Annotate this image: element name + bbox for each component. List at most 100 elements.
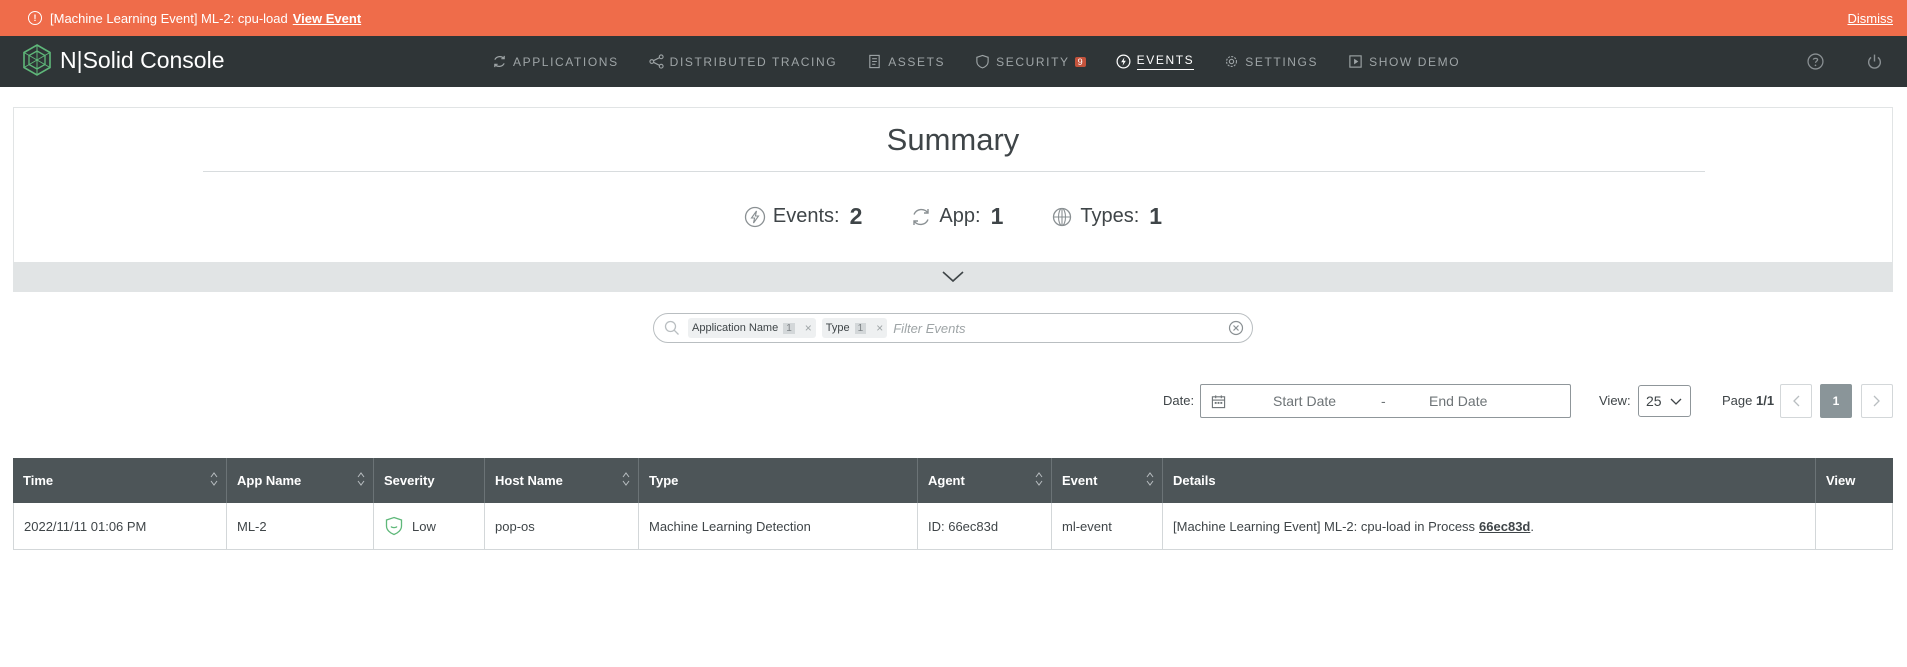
nav-label-security: SECURITY — [996, 54, 1070, 69]
cell-host-name: pop-os — [485, 503, 639, 549]
page-prefix: Page — [1722, 393, 1753, 408]
stat-types: Types: 1 — [1051, 203, 1162, 230]
summary-divider — [203, 171, 1705, 172]
severity-label: Low — [412, 518, 436, 534]
stat-types-label: Types: — [1080, 205, 1140, 227]
page-size-select[interactable]: 25 — [1638, 385, 1691, 417]
date-separator: - — [1381, 393, 1386, 409]
nav-item-distributed-tracing[interactable]: DISTRIBUTED TRACING — [649, 36, 838, 87]
sort-icon — [1035, 472, 1043, 486]
cell-event: ml-event — [1052, 503, 1163, 549]
cell-app-name: ML-2 — [227, 503, 374, 549]
start-date-field[interactable]: Start Date — [1273, 393, 1336, 409]
alert-banner: ! [Machine Learning Event] ML-2: cpu-loa… — [0, 0, 1907, 36]
column-header-agent[interactable]: Agent — [918, 458, 1052, 503]
stat-app-value: 1 — [990, 203, 1004, 229]
summary-title: Summary — [886, 122, 1020, 157]
column-header-host-name[interactable]: Host Name — [485, 458, 639, 503]
column-header-view[interactable]: View — [1816, 458, 1893, 503]
cell-view[interactable] — [1816, 503, 1893, 549]
nav-item-security[interactable]: SECURITY 9 — [975, 36, 1086, 87]
chip-remove-icon[interactable]: × — [805, 321, 812, 335]
cell-type: Machine Learning Detection — [639, 503, 918, 549]
view-label: View: — [1599, 393, 1631, 408]
page-value: 1/1 — [1756, 393, 1775, 408]
column-label: Time — [23, 473, 54, 488]
summary-collapse-toggle[interactable] — [14, 262, 1892, 292]
table-row[interactable]: 2022/11/11 01:06 PM ML-2 Low pop-os Mach… — [13, 503, 1893, 550]
stat-events-label: Events: — [772, 205, 840, 227]
page-size-value: 25 — [1646, 393, 1662, 409]
column-header-severity[interactable]: Severity — [374, 458, 485, 503]
column-label: Agent — [928, 473, 965, 488]
page-button-1[interactable]: 1 — [1820, 384, 1852, 418]
info-icon: ! — [28, 11, 42, 25]
stat-app: App: 1 — [910, 203, 1003, 230]
column-label: Event — [1062, 473, 1098, 488]
filter-chip-application-name: Application Name 1 × — [688, 318, 816, 338]
shield-icon — [976, 54, 989, 69]
document-icon — [869, 54, 880, 69]
dismiss-link[interactable]: Dismiss — [1848, 11, 1894, 26]
sort-icon — [622, 472, 630, 486]
chip-label: Application Name — [692, 322, 779, 334]
top-navbar: N|Solid Console APPLICATIONS DISTRIBUTED… — [0, 36, 1907, 87]
calendar-icon — [1211, 394, 1226, 408]
column-header-event[interactable]: Event — [1052, 458, 1163, 503]
chevron-left-icon — [1793, 395, 1800, 407]
filter-events-input[interactable] — [893, 320, 1228, 336]
date-range-picker[interactable]: Start Date - End Date — [1200, 384, 1571, 418]
nav-item-assets[interactable]: ASSETS — [867, 36, 945, 87]
cell-agent: ID: 66ec83d — [918, 503, 1052, 549]
stat-app-label: App: — [939, 205, 981, 227]
power-icon[interactable] — [1864, 51, 1884, 71]
column-label: View — [1826, 473, 1856, 488]
play-icon — [1349, 55, 1362, 68]
chip-label: Type — [825, 322, 850, 334]
sort-icon — [357, 472, 365, 486]
view-event-link[interactable]: View Event — [293, 11, 361, 26]
sort-icon — [1146, 472, 1154, 486]
chip-remove-icon[interactable]: × — [876, 321, 883, 335]
column-label: App Name — [237, 473, 302, 488]
details-suffix: . — [1530, 518, 1534, 534]
events-table: Time App Name Severity Host Name Type Ag… — [13, 458, 1893, 550]
page-indicator: Page 1/1 — [1722, 393, 1774, 408]
brand[interactable]: N|Solid Console — [22, 44, 225, 76]
next-page-button[interactable] — [1861, 384, 1893, 418]
column-label: Severity — [384, 473, 435, 488]
column-header-type[interactable]: Type — [639, 458, 918, 503]
share-icon — [649, 54, 664, 69]
refresh-icon — [494, 55, 505, 68]
nav-label-settings: SETTINGS — [1245, 54, 1319, 69]
summary-stats: Events: 2 App: 1 Types: 1 — [14, 203, 1892, 230]
nav-item-applications[interactable]: APPLICATIONS — [492, 36, 619, 87]
column-header-app-name[interactable]: App Name — [227, 458, 374, 503]
date-label: Date: — [1163, 393, 1195, 408]
security-count-badge: 9 — [1074, 56, 1086, 67]
prev-page-button[interactable] — [1780, 384, 1812, 418]
alert-message: [Machine Learning Event] ML-2: cpu-load — [50, 10, 288, 26]
nav-label-assets: ASSETS — [888, 54, 946, 69]
sort-icon — [210, 472, 218, 486]
nav-item-settings[interactable]: SETTINGS — [1224, 36, 1318, 87]
end-date-field[interactable]: End Date — [1429, 393, 1487, 409]
summary-panel: Summary Events: 2 App: 1 Types: 1 — [13, 107, 1893, 292]
process-link[interactable]: 66ec83d — [1479, 519, 1530, 534]
clear-search-icon[interactable] — [1228, 320, 1244, 336]
filter-chip-type: Type 1 × — [821, 318, 888, 338]
lightning-icon — [1116, 54, 1131, 69]
gear-icon — [1226, 55, 1238, 68]
chevron-down-icon — [942, 271, 964, 283]
nav-item-events[interactable]: EVENTS — [1116, 36, 1195, 87]
help-icon[interactable] — [1805, 51, 1825, 71]
nav-item-show-demo[interactable]: SHOW DEMO — [1348, 36, 1460, 87]
column-header-time[interactable]: Time — [13, 458, 227, 503]
cell-details: [Machine Learning Event] ML-2: cpu-load … — [1163, 503, 1816, 549]
nsolid-logo-icon — [23, 44, 51, 76]
globe-icon — [1053, 207, 1072, 226]
column-label: Details — [1173, 473, 1216, 488]
column-header-details[interactable]: Details — [1163, 458, 1816, 503]
stat-events-value: 2 — [849, 203, 863, 229]
nav-label-distributed-tracing: DISTRIBUTED TRACING — [669, 54, 838, 69]
